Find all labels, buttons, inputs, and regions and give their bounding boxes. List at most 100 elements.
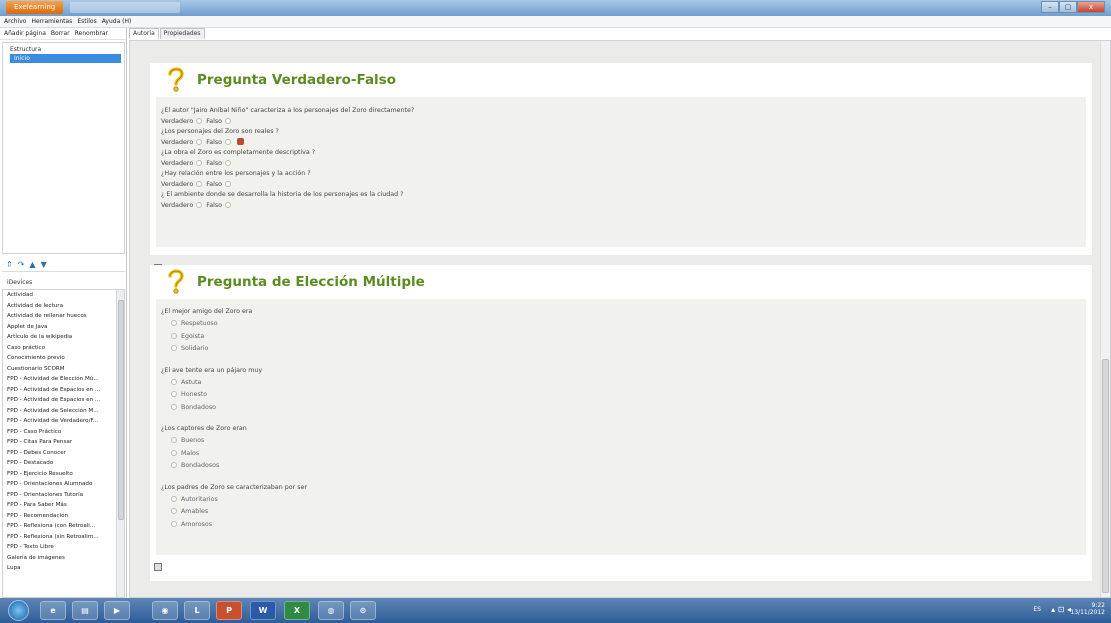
excel-icon[interactable]: X [284, 601, 310, 620]
list-item[interactable]: Actividad de rellenar huecos [3, 311, 115, 322]
list-item[interactable]: FPD - Actividad de Espacios en ... [3, 385, 115, 396]
list-item[interactable]: FPD - Caso Práctico [3, 427, 115, 438]
option-radio[interactable] [171, 462, 177, 468]
false-radio[interactable] [225, 201, 231, 208]
chrome-icon[interactable]: ◉ [152, 601, 178, 620]
mc-option[interactable]: Egoista [156, 331, 1086, 344]
option-radio[interactable] [171, 378, 177, 385]
list-item[interactable]: FPD - Actividad de Verdadero/F... [3, 416, 115, 427]
list-item[interactable]: Cuestionario SCORM [3, 364, 115, 375]
edit-icon[interactable] [154, 563, 162, 571]
list-item[interactable]: FPD - Ejercicio Resuelto [3, 469, 115, 480]
clock[interactable]: 9:22 13/11/2012 [1070, 602, 1105, 616]
tab-propiedades[interactable]: Propiedades [159, 28, 205, 39]
list-item[interactable]: FPD - Debes Conocer [3, 448, 115, 459]
true-radio[interactable] [196, 201, 203, 208]
list-item[interactable]: FPD - Recomendación [3, 511, 115, 522]
mc-option[interactable]: Bondadoso [156, 402, 1086, 415]
list-item[interactable]: FPD - Actividad de Elección Mú... [3, 374, 115, 385]
powerpoint-icon[interactable]: P [216, 601, 242, 620]
list-item[interactable]: Caso práctico [3, 343, 115, 354]
folder-icon[interactable]: ▤ [72, 601, 98, 620]
true-radio[interactable] [196, 117, 203, 124]
firefox-icon[interactable]: ◍ [318, 601, 344, 620]
mc-option[interactable]: Honesto [156, 389, 1086, 402]
option-radio[interactable] [171, 391, 177, 397]
maximize-button[interactable]: ▢ [1059, 1, 1077, 13]
app-menu-button[interactable]: Exelearning [6, 1, 64, 14]
idevices-scroll-thumb[interactable] [118, 300, 124, 520]
option-radio[interactable] [171, 320, 177, 326]
false-radio[interactable] [225, 117, 231, 124]
taskbar: e ▤ ▶ ◉ L P W X ◍ ⊙ ES ▴ ⊡ ◂ 9:22 13/11/… [0, 598, 1111, 623]
option-radio[interactable] [171, 345, 177, 351]
promote-icon[interactable]: ⇑ [6, 260, 13, 269]
lync-icon[interactable]: L [184, 601, 210, 620]
move-up-icon[interactable]: ▲ [29, 260, 35, 269]
menu-archivo[interactable]: Archivo [4, 18, 26, 25]
move-down-icon[interactable]: ▼ [41, 260, 47, 269]
list-item[interactable]: FPD - Texto Libre [3, 542, 115, 553]
tray-icons[interactable]: ▴ ⊡ ◂ [1051, 605, 1071, 614]
list-item[interactable]: Applet de Java [3, 322, 115, 333]
option-radio[interactable] [171, 508, 177, 514]
tab-autoria[interactable]: Autoría [129, 28, 159, 39]
outline-item-inicio[interactable]: Inicio [10, 54, 121, 63]
add-page-button[interactable]: Añadir página [4, 30, 46, 37]
false-radio[interactable] [225, 138, 231, 145]
true-radio[interactable] [196, 138, 203, 145]
option-radio[interactable] [171, 449, 177, 456]
option-radio[interactable] [171, 437, 177, 443]
false-radio[interactable] [225, 180, 231, 187]
list-item[interactable]: FPD - Orientaciones Alumnado [3, 479, 115, 490]
option-radio[interactable] [171, 495, 177, 502]
list-item[interactable]: FPD - Reflexiona (con Retroali... [3, 521, 115, 532]
idevices-scrollbar[interactable] [116, 290, 124, 597]
content-scrollbar[interactable] [1100, 41, 1110, 597]
mc-option[interactable]: Amables [156, 506, 1086, 519]
browser-icon[interactable]: e [40, 601, 66, 620]
content-scroll-thumb[interactable] [1102, 359, 1109, 593]
menu-ayuda[interactable]: Ayuda (H) [102, 18, 132, 25]
false-radio[interactable] [225, 159, 231, 166]
list-item[interactable]: Artículo de la wikipedia [3, 332, 115, 343]
list-item[interactable]: Conocimiento previo [3, 353, 115, 364]
mc-option[interactable]: Astuta [156, 377, 1086, 390]
media-player-icon[interactable]: ▶ [104, 601, 130, 620]
list-item[interactable]: FPD - Actividad de Espacios en ... [3, 395, 115, 406]
option-radio[interactable] [171, 520, 177, 527]
start-button[interactable] [8, 600, 29, 621]
close-button[interactable]: x [1077, 1, 1105, 13]
list-item[interactable]: Actividad de lectura [3, 301, 115, 312]
language-indicator[interactable]: ES [1033, 606, 1041, 613]
mc-option[interactable]: Solidario [156, 343, 1086, 356]
mc-option[interactable]: Malos [156, 448, 1086, 461]
minimize-button[interactable]: – [1041, 1, 1059, 13]
list-item[interactable]: Lupa [3, 563, 115, 574]
list-item[interactable]: Galería de imágenes [3, 553, 115, 564]
menu-herramientas[interactable]: Herramientas [31, 18, 72, 25]
mc-option[interactable]: Buenos [156, 435, 1086, 448]
true-radio[interactable] [196, 159, 203, 166]
mc-option[interactable]: Autoritarios [156, 494, 1086, 507]
mc-option[interactable]: Respetuoso [156, 318, 1086, 331]
exelearning-icon[interactable]: ⊙ [350, 601, 376, 620]
option-radio[interactable] [171, 332, 177, 339]
mc-option[interactable]: Bondadosos [156, 460, 1086, 473]
menu-estilos[interactable]: Estilos [77, 18, 96, 25]
demote-icon[interactable]: ↷ [18, 260, 25, 269]
list-item[interactable]: FPD - Actividad de Selección M... [3, 406, 115, 417]
true-radio[interactable] [196, 180, 203, 187]
list-item[interactable]: FPD - Orientaciones Tutoría [3, 490, 115, 501]
option-radio[interactable] [171, 403, 177, 410]
delete-button[interactable]: Borrar [51, 30, 70, 37]
mc-option[interactable]: Amorosos [156, 519, 1086, 532]
list-item[interactable]: FPD - Citas Para Pensar [3, 437, 115, 448]
word-icon[interactable]: W [250, 601, 276, 620]
list-item[interactable]: FPD - Destacado [3, 458, 115, 469]
list-item[interactable]: FPD - Para Saber Más [3, 500, 115, 511]
rename-button[interactable]: Renombrar [75, 30, 108, 37]
list-item[interactable]: FPD - Reflexiona (sin Retroalim... [3, 532, 115, 543]
feedback-icon[interactable] [237, 138, 244, 145]
list-item[interactable]: Actividad [3, 290, 115, 301]
